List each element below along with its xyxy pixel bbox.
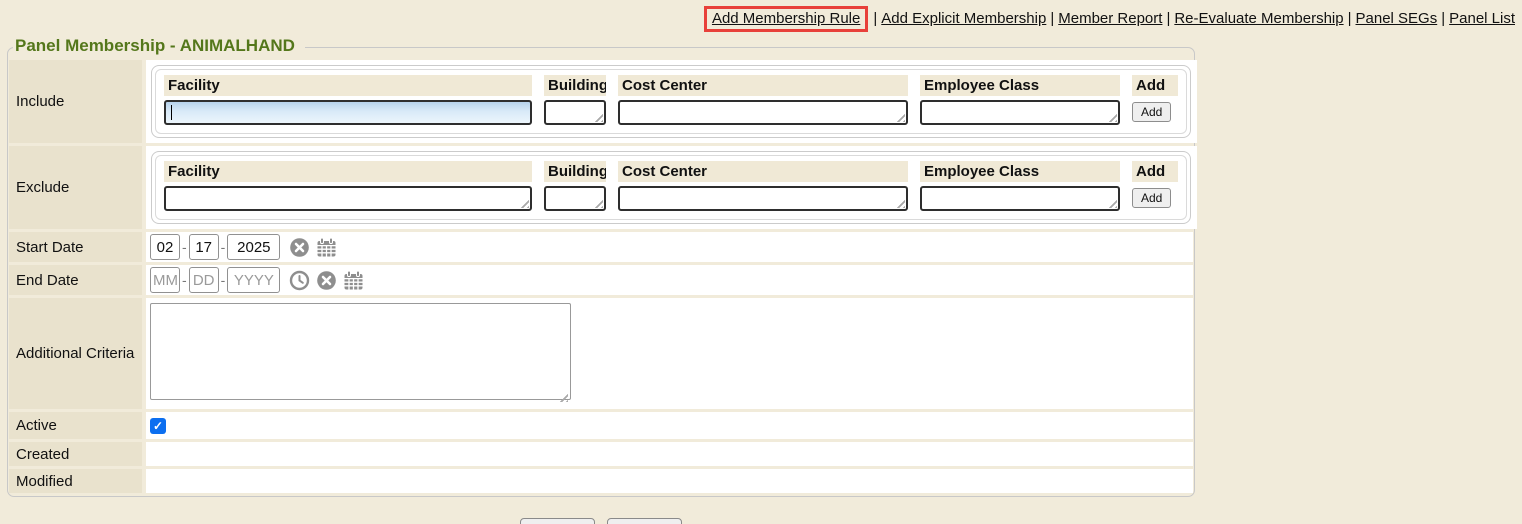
- created-value: [146, 442, 1193, 466]
- exclude-facility-input[interactable]: [164, 186, 532, 211]
- start-date-day-input[interactable]: [189, 234, 219, 260]
- additional-criteria-row: Additional Criteria: [9, 298, 1193, 409]
- nav-link-panel-list[interactable]: Panel List: [1449, 10, 1515, 27]
- include-facility-header: Facility: [164, 75, 532, 96]
- modified-label: Modified: [9, 469, 142, 493]
- exclude-employee-class-input[interactable]: [920, 186, 1120, 211]
- page-title: Panel Membership - ANIMALHAND: [13, 36, 305, 56]
- active-label: Active: [9, 412, 142, 439]
- additional-criteria-textarea[interactable]: [150, 303, 571, 400]
- exclude-building-header: Building: [544, 161, 606, 182]
- exclude-add-header: Add: [1132, 161, 1178, 182]
- nav-link-re-evaluate-membership[interactable]: Re-Evaluate Membership: [1174, 10, 1343, 27]
- exclude-employee-class-header: Employee Class: [920, 161, 1120, 182]
- end-date-day-input[interactable]: [189, 267, 219, 293]
- nav-link-add-membership-rule[interactable]: Add Membership Rule: [712, 10, 860, 27]
- modified-value: [146, 469, 1193, 493]
- include-row: Include Facility Building Cost Center Em…: [9, 60, 1193, 143]
- nav-separator: |: [1050, 10, 1054, 27]
- include-cost-center-header: Cost Center: [618, 75, 908, 96]
- created-row: Created: [9, 442, 1193, 466]
- start-date-label: Start Date: [9, 232, 142, 262]
- exclude-cost-center-input[interactable]: [618, 186, 908, 211]
- include-building-input[interactable]: [544, 100, 606, 125]
- exclude-label: Exclude: [9, 146, 142, 229]
- date-dash: -: [221, 272, 226, 288]
- date-dash: -: [182, 239, 187, 255]
- nav-separator: |: [873, 10, 877, 27]
- exclude-row: Exclude Facility Building Cost Center Em…: [9, 146, 1193, 229]
- include-rule-panel: Facility Building Cost Center Employee C…: [151, 65, 1191, 138]
- end-date-time-icon[interactable]: [289, 270, 310, 291]
- end-date-label: End Date: [9, 265, 142, 295]
- include-employee-class-header: Employee Class: [920, 75, 1120, 96]
- check-icon: ✓: [153, 420, 163, 432]
- end-date-calendar-icon[interactable]: [343, 270, 364, 291]
- nav-separator: |: [1441, 10, 1445, 27]
- cancel-button[interactable]: Cancel: [607, 518, 682, 524]
- include-cost-center-input[interactable]: [618, 100, 908, 125]
- include-employee-class-input[interactable]: [920, 100, 1120, 125]
- add-membership-rule-highlight: Add Membership Rule: [704, 6, 868, 32]
- date-dash: -: [221, 239, 226, 255]
- start-date-row: Start Date - -: [9, 232, 1193, 262]
- start-date-calendar-icon[interactable]: [316, 237, 337, 258]
- modified-row: Modified: [9, 469, 1193, 493]
- include-facility-input[interactable]: [164, 100, 532, 125]
- exclude-add-button[interactable]: Add: [1132, 188, 1171, 208]
- nav-separator: |: [1166, 10, 1170, 27]
- exclude-facility-header: Facility: [164, 161, 532, 182]
- date-dash: -: [182, 272, 187, 288]
- top-nav: Add Membership Rule|Add Explicit Members…: [7, 6, 1515, 32]
- nav-link-panel-segs[interactable]: Panel SEGs: [1356, 10, 1438, 27]
- additional-criteria-label: Additional Criteria: [9, 298, 142, 409]
- end-date-row: End Date - -: [9, 265, 1193, 295]
- nav-separator: |: [1348, 10, 1352, 27]
- nav-link-member-report[interactable]: Member Report: [1058, 10, 1162, 27]
- include-add-button[interactable]: Add: [1132, 102, 1171, 122]
- include-building-header: Building: [544, 75, 606, 96]
- end-date-clear-icon[interactable]: [316, 270, 337, 291]
- include-add-header: Add: [1132, 75, 1178, 96]
- active-row: Active ✓: [9, 412, 1193, 439]
- nav-link-add-explicit-membership[interactable]: Add Explicit Membership: [881, 10, 1046, 27]
- form-actions: Submit Cancel: [7, 518, 1195, 524]
- active-checkbox[interactable]: ✓: [150, 418, 166, 434]
- end-date-year-input[interactable]: [227, 267, 280, 293]
- start-date-month-input[interactable]: [150, 234, 180, 260]
- start-date-year-input[interactable]: [227, 234, 280, 260]
- start-date-clear-icon[interactable]: [289, 237, 310, 258]
- text-caret: [171, 105, 172, 120]
- include-label: Include: [9, 60, 142, 143]
- exclude-rule-panel: Facility Building Cost Center Employee C…: [151, 151, 1191, 224]
- created-label: Created: [9, 442, 142, 466]
- panel-membership-form: Panel Membership - ANIMALHAND Include Fa…: [7, 47, 1195, 497]
- end-date-month-input[interactable]: [150, 267, 180, 293]
- exclude-building-input[interactable]: [544, 186, 606, 211]
- submit-button[interactable]: Submit: [520, 518, 595, 524]
- exclude-cost-center-header: Cost Center: [618, 161, 908, 182]
